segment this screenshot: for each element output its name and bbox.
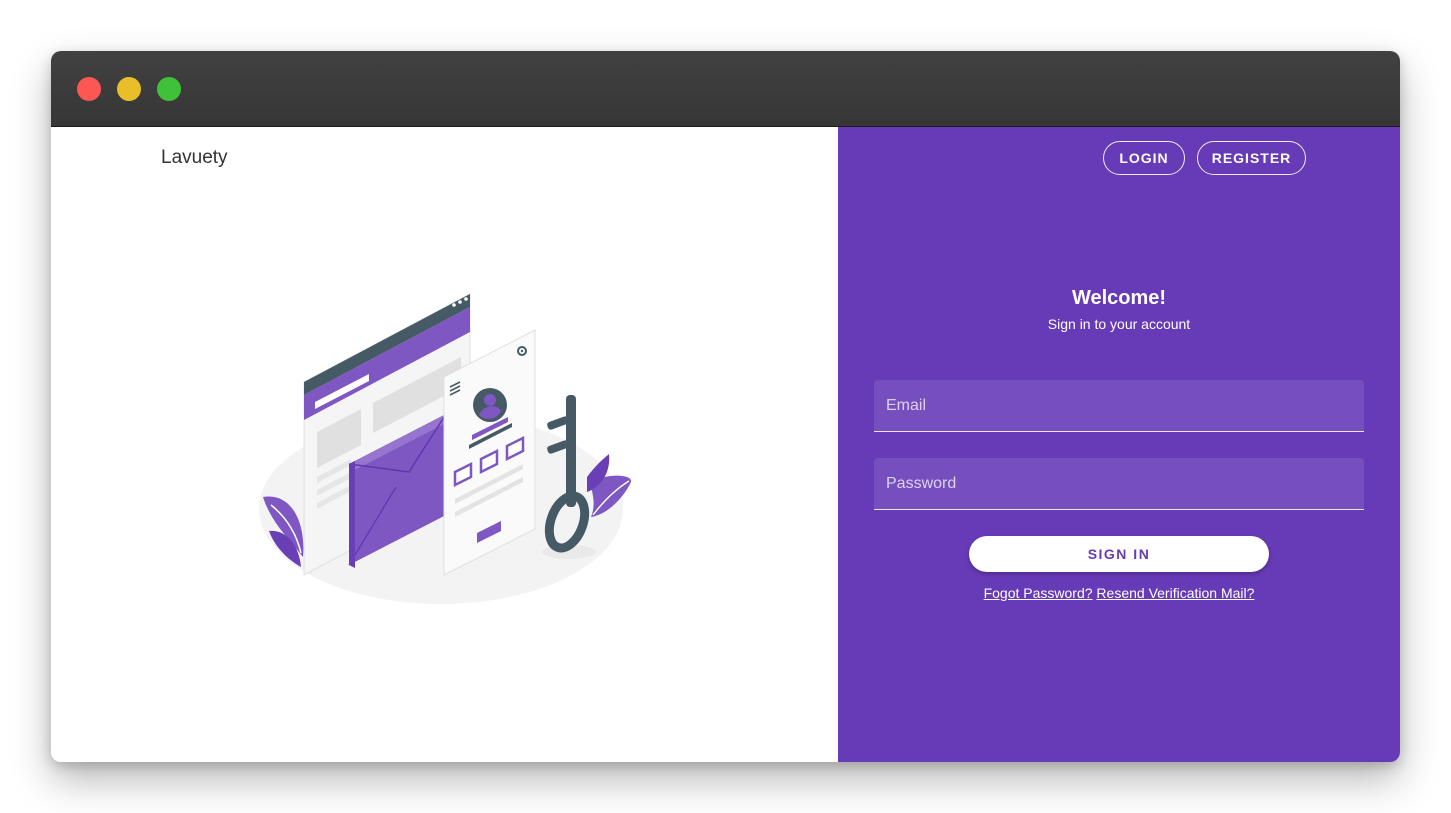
close-window-button[interactable] (77, 77, 101, 101)
resend-verification-link[interactable]: Resend Verification Mail? (1096, 585, 1254, 601)
auth-links: Fogot Password? Resend Verification Mail… (838, 585, 1400, 601)
form-title: Welcome! (1071, 287, 1167, 309)
email-input[interactable] (874, 380, 1364, 431)
register-nav-button[interactable]: REGISTER (1197, 141, 1306, 175)
illustration-pane: Lavuety (51, 127, 838, 762)
password-input[interactable] (874, 458, 1364, 509)
login-nav-button[interactable]: LOGIN (1103, 141, 1185, 175)
maximize-window-button[interactable] (157, 77, 181, 101)
title-bar (51, 51, 1400, 127)
form-subtitle: Sign in to your account (1047, 316, 1191, 332)
minimize-window-button[interactable] (117, 77, 141, 101)
forgot-password-link[interactable]: Fogot Password? (984, 585, 1093, 601)
password-field-container (874, 458, 1364, 510)
login-panel: LOGIN REGISTER Welcome! Sign in to your … (838, 127, 1400, 762)
brand-logo-text[interactable]: Lavuety (161, 147, 228, 169)
email-field-container (874, 380, 1364, 432)
login-illustration (259, 293, 632, 604)
sign-in-button[interactable]: SIGN IN (969, 536, 1269, 572)
app-window: Lavuety LOGIN REGISTER Welcome! Sign in … (51, 51, 1400, 762)
